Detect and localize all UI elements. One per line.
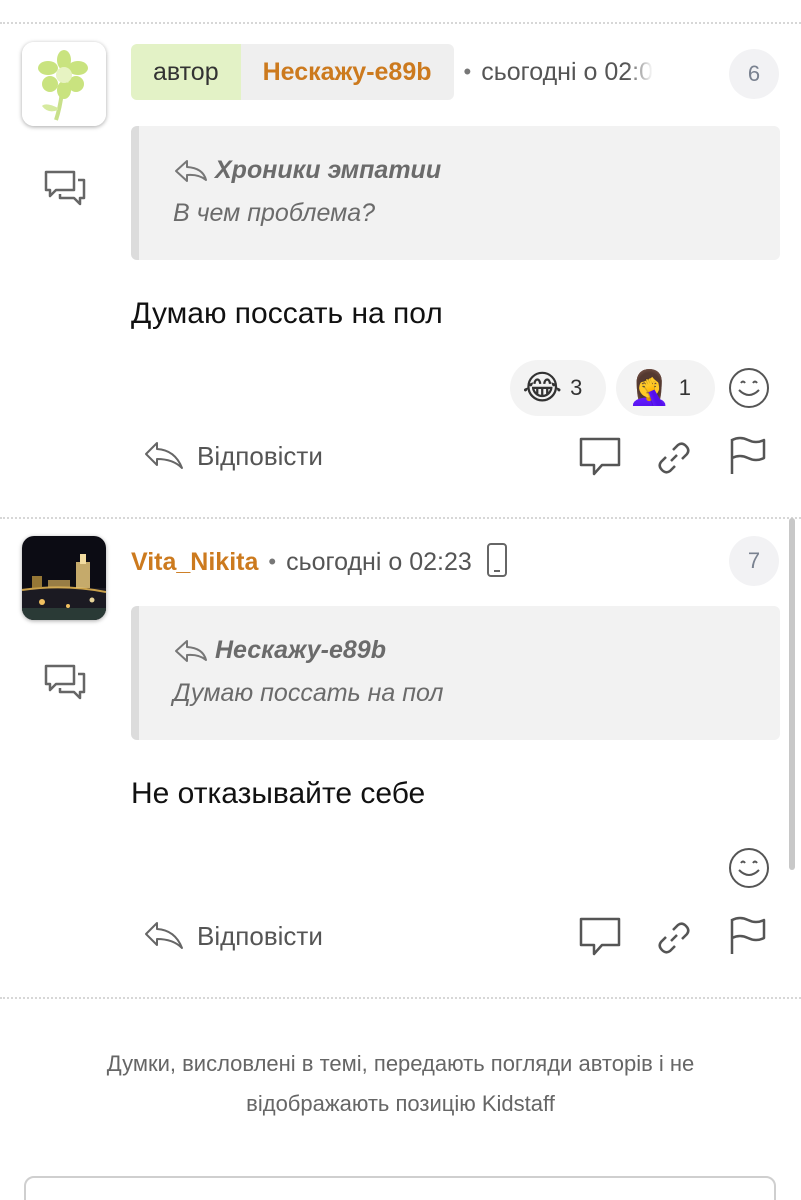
quote-text: В чем проблема?: [173, 199, 376, 227]
reaction-facepalm[interactable]: 🤦‍♀️ 1: [616, 360, 715, 416]
comment-input[interactable]: [24, 1176, 776, 1200]
post-number[interactable]: 7: [729, 536, 779, 586]
comment-icon[interactable]: [578, 916, 622, 958]
post-body: Думаю поссать на пол: [131, 297, 443, 330]
disclaimer-line: Думки, висловлені в темі, передають погл…: [106, 1051, 695, 1076]
post-divider: [0, 517, 801, 519]
reply-label: Відповісти: [197, 440, 323, 471]
flag-icon[interactable]: [728, 916, 768, 956]
top-divider: [0, 22, 801, 24]
disclaimer: Думки, висловлені в темі, передають погл…: [40, 1044, 761, 1124]
smile-icon: [729, 848, 769, 888]
quote-author: Нескажу-e89b: [215, 636, 386, 664]
reply-arrow-icon: [175, 159, 207, 182]
disclaimer-line: відображають позицію Kidstaff: [246, 1091, 555, 1116]
reply-icon: [145, 922, 183, 949]
author-tag: автор: [131, 44, 241, 100]
reply-button[interactable]: Відповісти: [143, 920, 323, 952]
link-icon[interactable]: [656, 440, 692, 476]
post-actions: Відповісти: [0, 916, 801, 966]
avatar[interactable]: [22, 42, 106, 126]
facepalm-emoji-icon: 🤦‍♀️: [628, 369, 671, 407]
post-number[interactable]: 6: [729, 49, 779, 99]
reaction-count: 3: [570, 375, 583, 400]
quote-block[interactable]: Хроники эмпатии В чем проблема?: [131, 126, 780, 260]
quote-author-row: Нескажу-e89b: [173, 636, 780, 665]
night-city-avatar-icon: [22, 536, 106, 620]
add-reaction-button[interactable]: [725, 364, 773, 412]
author-name[interactable]: Vita_Nikita: [131, 548, 258, 577]
laugh-emoji-icon: 😂: [522, 369, 563, 407]
reply-button[interactable]: Відповісти: [143, 440, 323, 472]
post-time: сьогодні о 02:0: [481, 57, 653, 86]
reaction-count: 1: [678, 375, 691, 400]
quote-text: Думаю поссать на пол: [173, 679, 444, 707]
author-badge[interactable]: автор Нескажу-e89b: [131, 44, 454, 100]
smile-icon: [729, 368, 769, 408]
quote-author: Хроники эмпатии: [215, 156, 442, 184]
post-header: автор Нескажу-e89b • сьогодні о 02:0: [131, 44, 653, 100]
add-reaction-button[interactable]: [725, 844, 773, 892]
reply-arrow-icon: [175, 639, 207, 662]
comment-icon[interactable]: [578, 436, 622, 478]
author-name[interactable]: Нескажу-e89b: [240, 44, 454, 100]
link-icon[interactable]: [656, 920, 692, 956]
separator-dot: •: [268, 549, 277, 574]
reactions: 😂 3 🤦‍♀️ 1: [510, 360, 773, 416]
thread-icon[interactable]: [42, 662, 88, 702]
thread-icon[interactable]: [42, 168, 88, 208]
mobile-phone-icon: [486, 542, 508, 583]
footer-divider: [0, 997, 801, 999]
flag-icon[interactable]: [728, 436, 768, 476]
separator-dot: •: [463, 59, 472, 84]
reply-label: Відповісти: [197, 920, 323, 951]
reaction-laugh[interactable]: 😂 3: [510, 360, 607, 416]
flower-avatar-icon: [22, 42, 106, 126]
scrollbar[interactable]: [789, 518, 795, 870]
post-header: Vita_Nikita • сьогодні о 02:23: [131, 534, 508, 590]
avatar[interactable]: [22, 536, 106, 620]
post-time: сьогодні о 02:23: [286, 547, 472, 576]
post-actions: Відповісти: [0, 436, 801, 486]
quote-block[interactable]: Нескажу-e89b Думаю поссать на пол: [131, 606, 780, 740]
reactions: [725, 844, 773, 892]
post-body: Не отказывайте себе: [131, 777, 426, 810]
reply-icon: [145, 442, 183, 469]
quote-author-row: Хроники эмпатии: [173, 156, 780, 185]
